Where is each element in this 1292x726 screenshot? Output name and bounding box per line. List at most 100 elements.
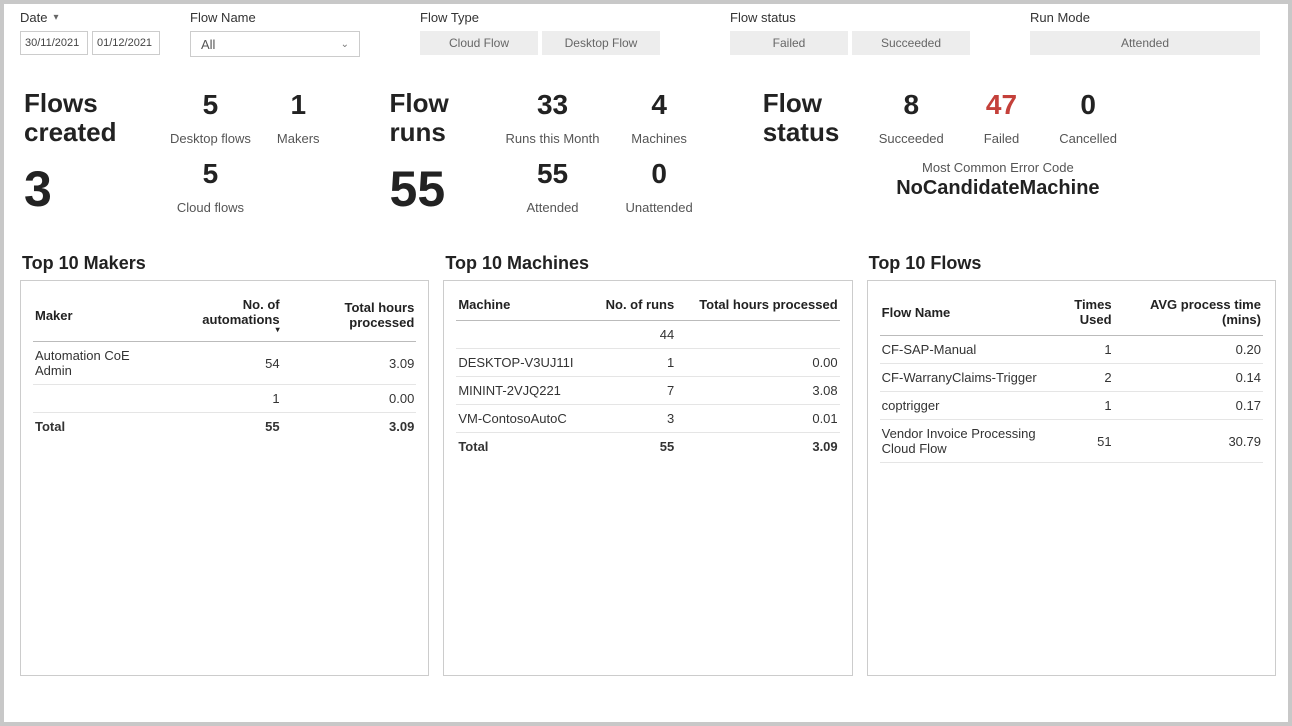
kpi-sublabel: Attended — [526, 200, 578, 215]
flow-status-failed-button[interactable]: Failed — [730, 31, 848, 55]
kpi-runs-month-attended: 33 Runs this Month 55 Attended — [506, 89, 600, 215]
kpi-value: 33 — [537, 89, 568, 121]
table-row[interactable]: CF-SAP-Manual 1 0.20 — [880, 336, 1263, 364]
tables-row: Top 10 Makers Maker No. of automations ▾… — [20, 253, 1276, 676]
kpi-row: Flows created 3 5 Desktop flows 5 Cloud … — [20, 89, 1276, 217]
cell: Vendor Invoice Processing Cloud Flow — [880, 420, 1040, 463]
makers-card: Maker No. of automations ▾ Total hours p… — [20, 280, 429, 676]
machines-th-hours[interactable]: Total hours processed — [676, 291, 839, 321]
cell: 55 — [164, 413, 281, 441]
cell: 51 — [1040, 420, 1114, 463]
cell: 1 — [164, 385, 281, 413]
kpi-value: 8 — [903, 89, 919, 121]
header-text: No. of automations — [202, 297, 279, 327]
kpi-value: 4 — [651, 89, 667, 121]
cell: DESKTOP-V3UJ11I — [456, 349, 593, 377]
kpi-value: 1 — [290, 89, 306, 121]
kpi-desktop-cloud: 5 Desktop flows 5 Cloud flows — [170, 89, 251, 215]
flow-status-filter: Flow status Failed Succeeded — [730, 10, 980, 55]
date-end-input[interactable] — [92, 31, 160, 55]
cell: 55 — [593, 433, 676, 461]
flow-status-succeeded-button[interactable]: Succeeded — [852, 31, 970, 55]
flow-type-cloud-button[interactable]: Cloud Flow — [420, 31, 538, 55]
machines-th-runs[interactable]: No. of runs — [593, 291, 676, 321]
kpi-flows-created: Flows created 3 5 Desktop flows 5 Cloud … — [24, 89, 320, 217]
kpi-value: 5 — [203, 158, 219, 190]
cell: coptrigger — [880, 392, 1040, 420]
table-row[interactable]: VM-ContosoAutoC 3 0.01 — [456, 405, 839, 433]
machines-th-machine[interactable]: Machine — [456, 291, 593, 321]
table-total-row: Total 55 3.09 — [456, 433, 839, 461]
run-mode-attended-button[interactable]: Attended — [1030, 31, 1260, 55]
chevron-down-icon[interactable]: ▾ — [53, 12, 58, 23]
makers-title: Top 10 Makers — [20, 253, 429, 274]
flows-th-avg[interactable]: AVG process time (mins) — [1114, 291, 1263, 336]
table-row[interactable]: 1 0.00 — [33, 385, 416, 413]
cell: 1 — [1040, 392, 1114, 420]
date-filter: Date ▾ — [20, 10, 160, 55]
makers-th-hours[interactable]: Total hours processed — [282, 291, 417, 342]
flows-th-flow[interactable]: Flow Name — [880, 291, 1040, 336]
kpi-machines-unattended: 4 Machines 0 Unattended — [625, 89, 692, 215]
date-start-input[interactable] — [20, 31, 88, 55]
kpi-succeeded: 8 Succeeded — [879, 89, 944, 146]
kpi-flow-runs: Flow runs 55 33 Runs this Month 55 Atten… — [390, 89, 693, 217]
kpi-label: Flow — [390, 89, 480, 118]
kpi-sublabel: Makers — [277, 131, 320, 146]
cell: CF-SAP-Manual — [880, 336, 1040, 364]
kpi-flow-runs-value: 55 — [390, 162, 480, 217]
kpi-failed: 47 Failed — [984, 89, 1019, 146]
cell: 7 — [593, 377, 676, 405]
cell: 3 — [593, 405, 676, 433]
kpi-label: status — [763, 118, 853, 147]
kpi-sublabel: Succeeded — [879, 131, 944, 146]
flow-name-filter: Flow Name All ⌄ — [190, 10, 360, 57]
cell: 0.14 — [1114, 364, 1263, 392]
table-row[interactable]: Automation CoE Admin 54 3.09 — [33, 342, 416, 385]
kpi-label: Flows — [24, 89, 144, 118]
kpi-error-value: NoCandidateMachine — [879, 177, 1117, 200]
cell — [456, 321, 593, 349]
run-mode-filter: Run Mode Attended — [1030, 10, 1270, 55]
table-row[interactable]: CF-WarranyClaims-Trigger 2 0.14 — [880, 364, 1263, 392]
flow-type-filter: Flow Type Cloud Flow Desktop Flow — [420, 10, 670, 55]
chevron-down-icon: ⌄ — [341, 39, 349, 50]
flow-name-select[interactable]: All ⌄ — [190, 31, 360, 57]
cell: 1 — [593, 349, 676, 377]
table-row[interactable]: Vendor Invoice Processing Cloud Flow 51 … — [880, 420, 1263, 463]
cell: 3.08 — [676, 377, 839, 405]
kpi-flow-runs-title: Flow runs 55 — [390, 89, 480, 217]
kpi-label: runs — [390, 118, 480, 147]
flows-title: Top 10 Flows — [867, 253, 1276, 274]
cell: 54 — [164, 342, 281, 385]
cell: VM-ContosoAutoC — [456, 405, 593, 433]
makers-th-automations[interactable]: No. of automations ▾ — [164, 291, 281, 342]
kpi-value: 0 — [1080, 89, 1096, 121]
flows-card: Flow Name Times Used AVG process time (m… — [867, 280, 1276, 676]
flows-th-times[interactable]: Times Used — [1040, 291, 1114, 336]
cell: 1 — [1040, 336, 1114, 364]
sort-desc-icon: ▾ — [166, 327, 279, 333]
table-total-row: Total 55 3.09 — [33, 413, 416, 441]
flows-table: Flow Name Times Used AVG process time (m… — [880, 291, 1263, 463]
cell: 0.17 — [1114, 392, 1263, 420]
table-row[interactable]: DESKTOP-V3UJ11I 1 0.00 — [456, 349, 839, 377]
kpi-sublabel: Cancelled — [1059, 131, 1117, 146]
kpi-value: 47 — [986, 89, 1017, 121]
cell — [676, 321, 839, 349]
makers-th-maker[interactable]: Maker — [33, 291, 164, 342]
flow-type-desktop-button[interactable]: Desktop Flow — [542, 31, 660, 55]
makers-table: Maker No. of automations ▾ Total hours p… — [33, 291, 416, 440]
kpi-sublabel: Failed — [984, 131, 1019, 146]
kpi-flows-created-value: 3 — [24, 162, 144, 217]
cell: 0.20 — [1114, 336, 1263, 364]
cell: 2 — [1040, 364, 1114, 392]
table-row[interactable]: MININT-2VJQ221 7 3.08 — [456, 377, 839, 405]
kpi-value: 5 — [203, 89, 219, 121]
kpi-flow-status: Flow status 8 Succeeded 47 Failed 0 Canc… — [763, 89, 1117, 217]
date-label: Date — [20, 10, 47, 25]
table-row[interactable]: coptrigger 1 0.17 — [880, 392, 1263, 420]
cell: 44 — [593, 321, 676, 349]
table-row[interactable]: 44 — [456, 321, 839, 349]
filter-bar: Date ▾ Flow Name All ⌄ Flow Type Cloud F… — [20, 10, 1276, 57]
